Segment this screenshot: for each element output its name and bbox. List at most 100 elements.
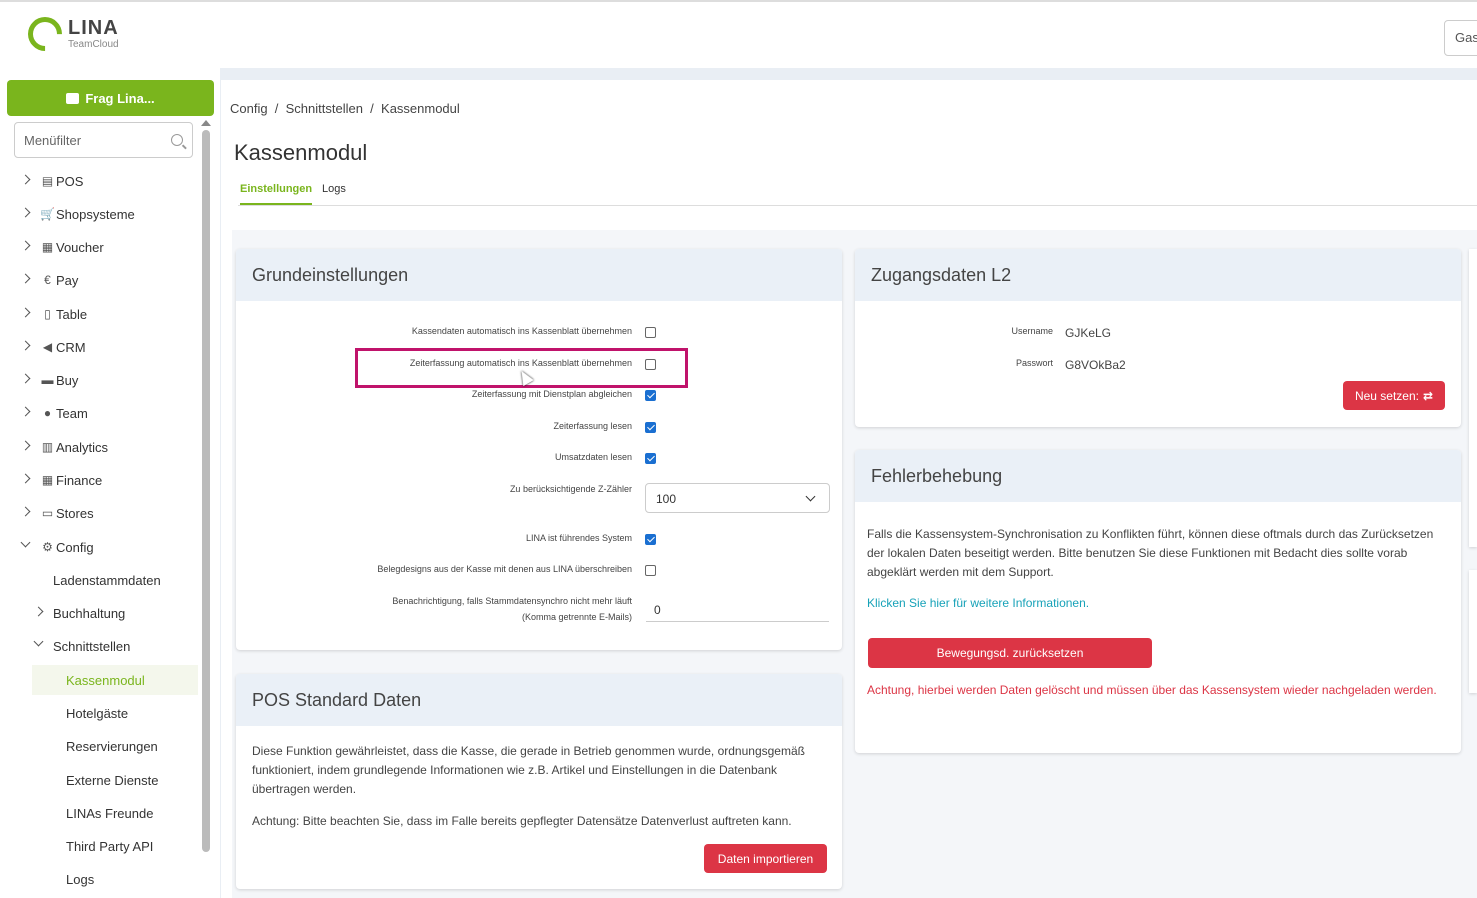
- sidebar-item-analytics[interactable]: ▥ Analytics: [0, 432, 200, 462]
- sidebar-item-voucher[interactable]: ▦ Voucher: [0, 232, 200, 262]
- tab-einstellungen[interactable]: Einstellungen: [240, 183, 313, 205]
- reset-transactions-button[interactable]: Bewegungsd. zurücksetzen: [868, 638, 1152, 668]
- z-counter-select[interactable]: 100: [645, 483, 830, 513]
- sidebar-item-hotelgaeste[interactable]: Hotelgäste: [0, 698, 200, 728]
- import-data-button[interactable]: Daten importieren: [704, 844, 827, 873]
- refresh-icon: ⇄: [1422, 388, 1434, 403]
- chevron-right-icon: [20, 340, 31, 351]
- chevron-down-icon: [33, 636, 44, 647]
- sidebar-item-label: Ladenstammdaten: [53, 573, 161, 588]
- sidebar-item-ladenstammdaten[interactable]: Ladenstammdaten: [0, 565, 200, 595]
- sidebar-item-table[interactable]: ▯ Table: [0, 299, 200, 329]
- sidebar-item-label: LINAs Freunde: [66, 806, 154, 821]
- chevron-right-icon: [20, 440, 31, 451]
- truck-icon: ▬: [41, 373, 54, 387]
- sidebar-item-linas-freunde[interactable]: LINAs Freunde: [0, 798, 200, 828]
- sidebar-item-externe-dienste[interactable]: Externe Dienste: [0, 765, 200, 795]
- z-counter-value: 100: [656, 492, 677, 506]
- chevron-right-icon: [20, 373, 31, 384]
- gears-icon: ⚙: [42, 540, 53, 554]
- sidebar-item-label: Schnittstellen: [53, 639, 131, 654]
- reset-warning: Achtung, hierbei werden Daten gelöscht u…: [867, 683, 1437, 697]
- fehlerbehebung-description: Falls die Kassensystem-Synchronisation z…: [867, 527, 1434, 579]
- user-menu-button[interactable]: Gast: [1444, 20, 1477, 56]
- notify-sublabel: (Komma getrennte E-Mails): [521, 612, 632, 622]
- notify-email-input[interactable]: 0: [646, 598, 829, 622]
- reset-credentials-label: Neu setzen:: [1354, 388, 1419, 403]
- pos-standard-description: Diese Funktion gewährleistet, dass die K…: [252, 744, 805, 796]
- sidebar-item-schnittstellen[interactable]: Schnittstellen: [0, 631, 200, 661]
- tab-logs[interactable]: Logs: [322, 183, 346, 195]
- sidebar-item-third-party-api[interactable]: Third Party API: [0, 831, 200, 861]
- sidebar-item-label: Table: [56, 307, 88, 322]
- zugangsdaten-panel: Zugangsdaten L2 Username GJKeLG Passwort…: [855, 249, 1461, 427]
- zeiterfassung-lesen-checkbox[interactable]: [645, 422, 656, 433]
- sidebar-item-shopsysteme[interactable]: 🛒 Shopsysteme: [0, 199, 200, 229]
- euro-icon: €: [44, 273, 51, 287]
- sidebar-item-finance[interactable]: ▦ Finance: [0, 465, 200, 495]
- scroll-up-arrow-icon[interactable]: [201, 120, 211, 126]
- setting-label: LINA ist führendes System: [525, 533, 632, 543]
- dienstplan-abgleichen-checkbox[interactable]: [645, 390, 656, 401]
- sidebar-item-label: Analytics: [56, 440, 109, 455]
- chevron-right-icon: [20, 506, 31, 517]
- sidebar-item-label: Reservierungen: [66, 739, 158, 754]
- menu-filter-input[interactable]: Menüfilter: [14, 122, 193, 158]
- page-title: Kassenmodul: [234, 140, 368, 165]
- password-value: G8VOkBa2: [1065, 358, 1126, 372]
- sidebar-scrollbar[interactable]: [202, 130, 210, 852]
- tab-bar: Einstellungen Logs: [238, 176, 1477, 206]
- cart-icon: 🛒: [40, 207, 55, 221]
- sidebar-item-stores[interactable]: ▭ Stores: [0, 498, 200, 528]
- cash-register-icon: ▤: [41, 174, 54, 188]
- chevron-down-icon: [805, 491, 816, 502]
- chevron-right-icon: [20, 307, 31, 318]
- sidebar-item-pay[interactable]: € Pay: [0, 265, 200, 295]
- sidebar-item-label: Team: [56, 406, 88, 421]
- sidebar-item-label: Voucher: [56, 240, 104, 255]
- password-label: Passwort: [1015, 358, 1053, 368]
- sidebar-item-label: Pay: [56, 273, 79, 288]
- more-info-link[interactable]: Klicken Sie hier für weitere Information…: [867, 594, 1452, 613]
- setting-label: Zeiterfassung lesen: [553, 421, 632, 431]
- menu-filter-placeholder: Menüfilter: [24, 133, 82, 148]
- ask-lina-label: Frag Lina...: [85, 90, 155, 106]
- sidebar-item-logs[interactable]: Logs: [0, 864, 200, 894]
- sidebar-item-pos[interactable]: ▤ POS: [0, 166, 200, 196]
- belegdesigns-checkbox[interactable]: [645, 565, 656, 576]
- sidebar-item-reservierungen[interactable]: Reservierungen: [0, 731, 200, 761]
- sidebar-item-crm[interactable]: ◀ CRM: [0, 332, 200, 362]
- fehlerbehebung-panel: Fehlerbehebung Falls die Kassensystem-Sy…: [855, 450, 1461, 753]
- sidebar-item-team[interactable]: ● Team: [0, 398, 200, 428]
- search-icon: [171, 134, 183, 146]
- umsatzdaten-lesen-checkbox[interactable]: [645, 453, 656, 464]
- logo-subtitle: TeamCloud: [68, 39, 119, 50]
- sidebar-item-label: Config: [56, 540, 94, 555]
- breadcrumb[interactable]: Config / Schnittstellen / Kassenmodul: [230, 101, 460, 116]
- panel-title: Grundeinstellungen: [236, 249, 842, 301]
- grundeinstellungen-panel: Grundeinstellungen Kassendaten automatis…: [236, 249, 842, 650]
- sidebar-item-label: Hotelgäste: [66, 706, 129, 721]
- username-value: GJKeLG: [1065, 326, 1112, 340]
- sidebar-item-label: Kassenmodul: [66, 673, 145, 688]
- sidebar-item-buy[interactable]: ▬ Buy: [0, 365, 200, 395]
- chart-icon: ▥: [41, 440, 54, 454]
- notify-label: Benachrichtigung, falls Stammdatensynchr…: [392, 596, 632, 606]
- lina-master-checkbox[interactable]: [645, 534, 656, 545]
- book-icon: ▯: [44, 307, 51, 321]
- reset-credentials-button[interactable]: Neu setzen: ⇄: [1343, 381, 1445, 410]
- kassendaten-checkbox[interactable]: [645, 327, 656, 338]
- panel-title: Fehlerbehebung: [855, 450, 1461, 502]
- top-bar: LINA TeamCloud Gast: [0, 0, 1477, 68]
- sidebar-item-label: Third Party API: [66, 839, 154, 854]
- sidebar-item-config[interactable]: ⚙ Config: [0, 532, 200, 562]
- setting-label: Kassendaten automatisch ins Kassenblatt …: [411, 326, 632, 336]
- ask-lina-button[interactable]: Frag Lina...: [7, 80, 214, 116]
- lina-logo[interactable]: LINA TeamCloud: [20, 9, 119, 59]
- users-icon: ●: [43, 406, 52, 420]
- offscreen-panel-edge: [1469, 570, 1477, 693]
- logo-ring-icon: [20, 9, 70, 59]
- sidebar-item-kassenmodul[interactable]: Kassenmodul: [32, 665, 198, 695]
- sidebar-item-buchhaltung[interactable]: Buchhaltung: [0, 598, 200, 628]
- logo-title: LINA: [68, 17, 119, 39]
